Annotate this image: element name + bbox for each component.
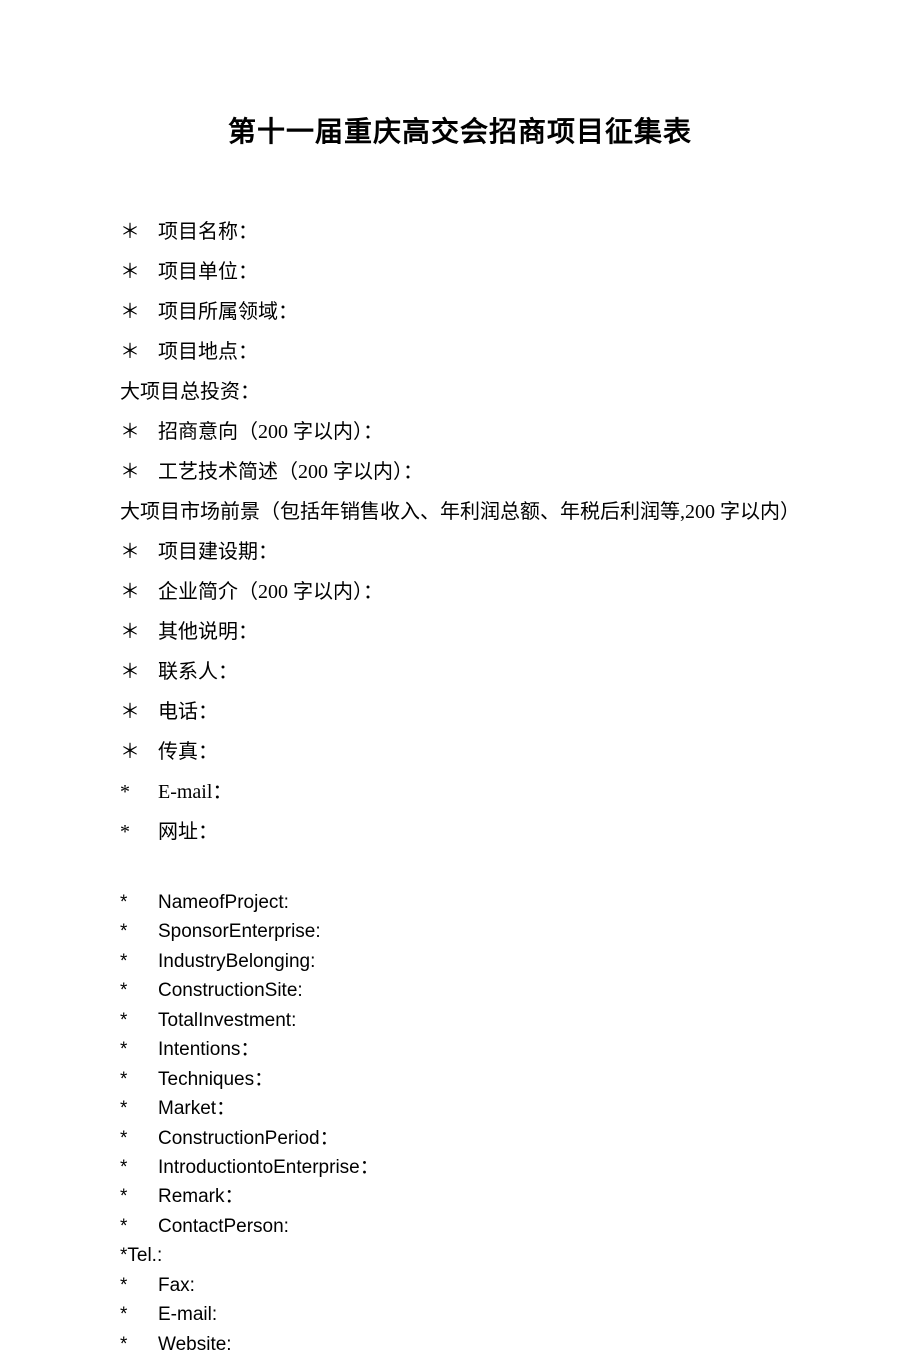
- field-label: 联系人：: [158, 652, 238, 692]
- field-label: ContactPerson:: [158, 1212, 289, 1241]
- bullet-icon: *: [120, 1212, 158, 1241]
- bullet-icon: *: [120, 1065, 158, 1094]
- field-label: Techniques：: [158, 1065, 273, 1094]
- field-label: 传真：: [158, 732, 218, 772]
- field-row: *Fax:: [120, 1271, 800, 1300]
- bullet-icon: *: [120, 1330, 158, 1359]
- field-row: ＊项目名称：: [120, 212, 800, 252]
- field-label: 项目建设期：: [158, 532, 278, 572]
- bullet-icon: ＊: [120, 452, 158, 492]
- bullet-icon: ＊: [120, 732, 158, 772]
- field-label: TotalInvestment:: [158, 1006, 296, 1035]
- field-row: *Tel.:: [120, 1241, 800, 1270]
- field-label: 企业简介（200 字以内）：: [158, 572, 383, 612]
- field-label: Intentions：: [158, 1035, 259, 1064]
- field-label: IntroductiontoEnterprise：: [158, 1153, 379, 1182]
- bullet-icon: *: [120, 1124, 158, 1153]
- field-row: *ContactPerson:: [120, 1212, 800, 1241]
- field-row: *TotalInvestment:: [120, 1006, 800, 1035]
- field-row: *E-mail：: [120, 772, 800, 812]
- bullet-icon: *: [120, 1006, 158, 1035]
- bullet-icon: *: [120, 1300, 158, 1329]
- field-label: E-mail：: [158, 772, 232, 812]
- field-row: *NameofProject:: [120, 888, 800, 917]
- field-row: ＊招商意向（200 字以内）：: [120, 412, 800, 452]
- field-label: Remark：: [158, 1182, 244, 1211]
- bullet-icon: *: [120, 917, 158, 946]
- field-row: ＊联系人：: [120, 652, 800, 692]
- bullet-icon: *: [120, 1094, 158, 1123]
- field-label: 项目单位：: [158, 252, 258, 292]
- bullet-icon: ＊: [120, 572, 158, 612]
- field-label: 大项目市场前景（包括年销售收入、年利润总额、年税后利润等,200 字以内）: [120, 492, 800, 532]
- bullet-icon: ＊: [120, 212, 158, 252]
- field-row: ＊项目单位：: [120, 252, 800, 292]
- field-label: 其他说明：: [158, 612, 258, 652]
- field-row: ＊项目地点：: [120, 332, 800, 372]
- field-label: Fax:: [158, 1271, 195, 1300]
- field-row: *Website:: [120, 1330, 800, 1359]
- field-row: *ConstructionSite:: [120, 976, 800, 1005]
- field-label: *Tel.:: [120, 1241, 162, 1270]
- bullet-icon: ＊: [120, 252, 158, 292]
- bullet-icon: *: [120, 772, 158, 812]
- field-row: ＊项目建设期：: [120, 532, 800, 572]
- field-row: *网址：: [120, 812, 800, 852]
- field-row: ＊企业简介（200 字以内）：: [120, 572, 800, 612]
- bullet-icon: ＊: [120, 292, 158, 332]
- field-label: ConstructionSite:: [158, 976, 303, 1005]
- field-row: *ConstructionPeriod：: [120, 1124, 800, 1153]
- field-row: 大项目市场前景（包括年销售收入、年利润总额、年税后利润等,200 字以内）: [120, 492, 800, 532]
- bullet-icon: ＊: [120, 412, 158, 452]
- field-label: ConstructionPeriod：: [158, 1124, 339, 1153]
- field-row: *Intentions：: [120, 1035, 800, 1064]
- bullet-icon: ＊: [120, 332, 158, 372]
- bullet-icon: ＊: [120, 532, 158, 572]
- field-row: *Market：: [120, 1094, 800, 1123]
- field-label: 工艺技术简述（200 字以内）：: [158, 452, 423, 492]
- bullet-icon: *: [120, 1153, 158, 1182]
- bullet-icon: *: [120, 888, 158, 917]
- field-label: 项目所属领域：: [158, 292, 298, 332]
- chinese-fields: ＊项目名称： ＊项目单位： ＊项目所属领域： ＊项目地点： 大项目总投资： ＊招…: [120, 212, 800, 852]
- field-row: *Techniques：: [120, 1065, 800, 1094]
- field-label: NameofProject:: [158, 888, 289, 917]
- field-label: SponsorEnterprise:: [158, 917, 321, 946]
- field-label: E-mail:: [158, 1300, 217, 1329]
- field-row: *Remark：: [120, 1182, 800, 1211]
- bullet-icon: *: [120, 976, 158, 1005]
- field-row: ＊项目所属领域：: [120, 292, 800, 332]
- field-label: 招商意向（200 字以内）：: [158, 412, 383, 452]
- document-page: 第十一届重庆高交会招商项目征集表 ＊项目名称： ＊项目单位： ＊项目所属领域： …: [0, 0, 920, 1359]
- english-fields: *NameofProject: *SponsorEnterprise: *Ind…: [120, 888, 800, 1359]
- bullet-icon: ＊: [120, 692, 158, 732]
- bullet-icon: *: [120, 1271, 158, 1300]
- bullet-icon: *: [120, 812, 158, 852]
- field-label: 大项目总投资：: [120, 372, 260, 412]
- bullet-icon: *: [120, 1035, 158, 1064]
- field-label: 项目地点：: [158, 332, 258, 372]
- field-row: *IntroductiontoEnterprise：: [120, 1153, 800, 1182]
- field-row: ＊电话：: [120, 692, 800, 732]
- field-label: 项目名称：: [158, 212, 258, 252]
- document-title: 第十一届重庆高交会招商项目征集表: [120, 110, 800, 150]
- field-row: *E-mail:: [120, 1300, 800, 1329]
- field-label: Website:: [158, 1330, 232, 1359]
- field-row: ＊其他说明：: [120, 612, 800, 652]
- bullet-icon: ＊: [120, 652, 158, 692]
- bullet-icon: *: [120, 1182, 158, 1211]
- field-label: 网址：: [158, 812, 218, 852]
- field-row: 大项目总投资：: [120, 372, 800, 412]
- field-label: IndustryBelonging:: [158, 947, 315, 976]
- field-row: ＊工艺技术简述（200 字以内）：: [120, 452, 800, 492]
- field-label: Market：: [158, 1094, 235, 1123]
- bullet-icon: *: [120, 947, 158, 976]
- field-label: 电话：: [158, 692, 218, 732]
- field-row: *SponsorEnterprise:: [120, 917, 800, 946]
- field-row: ＊传真：: [120, 732, 800, 772]
- field-row: *IndustryBelonging:: [120, 947, 800, 976]
- bullet-icon: ＊: [120, 612, 158, 652]
